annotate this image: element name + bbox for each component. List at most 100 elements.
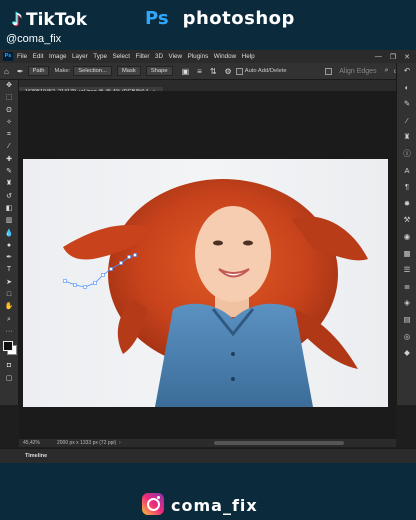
menu-view[interactable]: View xyxy=(169,53,183,60)
type-tool-icon[interactable]: T xyxy=(0,264,18,276)
channels-panel-icon[interactable]: ◎ xyxy=(397,329,416,346)
hand-tool-icon[interactable]: ✋ xyxy=(0,301,18,313)
swatches-panel-icon[interactable]: ▦ xyxy=(397,246,416,263)
document-dimensions: 2000 px x 1333 px (72 ppi) xyxy=(57,440,117,446)
mode-dropdown[interactable]: Path xyxy=(27,66,50,76)
menu-image[interactable]: Image xyxy=(49,53,67,60)
clone-source-icon[interactable]: ♜ xyxy=(397,129,416,146)
adjustments-sliders-icon[interactable]: ≣ xyxy=(397,279,416,296)
gradient-tool-icon[interactable]: ▥ xyxy=(0,215,18,227)
tiktok-logo: ♪ TikTok xyxy=(11,10,88,30)
ps-badge: Ps xyxy=(145,8,169,29)
history-brush-tool-icon[interactable]: ↺ xyxy=(0,191,18,203)
menu-type[interactable]: Type xyxy=(93,53,107,60)
canvas-area[interactable] xyxy=(19,91,396,439)
selection-button[interactable]: Selection... xyxy=(73,66,112,76)
instagram-lens xyxy=(147,498,160,511)
dodge-tool-icon[interactable]: ● xyxy=(0,240,18,252)
left-eye xyxy=(213,240,223,246)
top-banner: ♪ TikTok @coma_fix Ps photoshop xyxy=(0,0,416,50)
brushes-icon[interactable]: ⁄ xyxy=(397,113,416,130)
search-icon[interactable]: ⌕ xyxy=(385,67,389,75)
styles-panel-icon[interactable]: ◈ xyxy=(397,295,416,312)
restore-icon[interactable]: ❐ xyxy=(390,53,396,61)
shirt-button xyxy=(231,352,235,356)
home-icon[interactable]: ⌂ xyxy=(4,67,9,76)
auto-add-delete-label: Auto Add/Delete xyxy=(244,68,287,74)
status-bar: 45,42% 2000 px x 1333 px (72 ppi) › xyxy=(19,439,396,447)
instagram-dot xyxy=(157,496,160,499)
marquee-tool-icon[interactable]: ⬚ xyxy=(0,92,18,104)
color-swatches[interactable] xyxy=(0,338,18,360)
eyedropper-tool-icon[interactable]: ⁄ xyxy=(0,141,18,153)
shape-button[interactable]: Shape xyxy=(145,66,173,76)
libraries-panel-icon[interactable]: ▤ xyxy=(397,312,416,329)
options-bar: ⌂ ✒ Path Make: Selection... Mask Shape ▣… xyxy=(0,63,416,80)
menu-help[interactable]: Help xyxy=(242,53,255,60)
align-edges-label: Align Edges xyxy=(339,67,377,75)
menu-3d[interactable]: 3D xyxy=(155,53,163,60)
zoom-level[interactable]: 45,42% xyxy=(23,439,40,447)
menu-plugins[interactable]: Plugins xyxy=(188,53,209,60)
menu-file[interactable]: File xyxy=(17,53,27,60)
horizontal-scrollbar[interactable] xyxy=(214,441,344,445)
instagram-icon xyxy=(142,493,164,515)
layers-panel-icon[interactable]: ◆ xyxy=(397,345,416,362)
path-operations-icon[interactable]: ▣ xyxy=(182,67,190,76)
timeline-panel[interactable]: Timeline xyxy=(0,448,416,464)
foreground-color-swatch[interactable] xyxy=(3,341,13,352)
pen-tool-icon[interactable]: ✒ xyxy=(0,252,18,264)
clone-stamp-tool-icon[interactable]: ♜ xyxy=(0,178,18,190)
zoom-tool-icon[interactable]: ⌕ xyxy=(0,314,18,326)
gear-icon[interactable]: ⚙ xyxy=(225,67,232,76)
close-window-icon[interactable]: ✕ xyxy=(404,53,410,61)
menu-filter[interactable]: Filter xyxy=(135,53,149,60)
document-photo[interactable] xyxy=(23,159,388,407)
paragraph-panel-icon[interactable]: ¶ xyxy=(397,179,416,196)
healing-brush-tool-icon[interactable]: ✚ xyxy=(0,154,18,166)
history-panel-icon[interactable]: ↶ xyxy=(397,63,416,80)
menu-window[interactable]: Window xyxy=(214,53,236,60)
rectangle-tool-icon[interactable]: □ xyxy=(0,289,18,301)
timeline-label: Timeline xyxy=(25,453,48,459)
screen-mode-icon[interactable]: ▢ xyxy=(0,373,18,385)
window-controls: — ❐ ✕ xyxy=(375,53,410,61)
portrait-photo xyxy=(63,179,368,407)
shirt-button xyxy=(231,377,235,381)
minimize-icon[interactable]: — xyxy=(375,53,382,61)
menu-layer[interactable]: Layer xyxy=(72,53,88,60)
mask-button[interactable]: Mask xyxy=(116,66,141,76)
move-tool-icon[interactable]: ✥ xyxy=(0,80,18,92)
path-alignment-icon[interactable]: ≡ xyxy=(197,67,202,76)
path-selection-tool-icon[interactable]: ➤ xyxy=(0,277,18,289)
brush-settings-icon[interactable]: ✎ xyxy=(397,96,416,113)
pen-tool-icon[interactable]: ✒ xyxy=(17,67,24,76)
info-panel-icon[interactable]: ⓘ xyxy=(397,146,416,163)
blur-tool-icon[interactable]: 💧 xyxy=(0,228,18,240)
face xyxy=(195,206,271,302)
color-panel-icon[interactable]: ◉ xyxy=(397,229,416,246)
make-label: Make: xyxy=(54,68,71,74)
menu-edit[interactable]: Edit xyxy=(33,53,44,60)
auto-add-delete-checkbox[interactable] xyxy=(235,67,243,75)
lasso-tool-icon[interactable]: ʘ xyxy=(0,105,18,117)
right-panel-dock: ↶ ◐ ✎ ⁄ ♜ ⓘ A ¶ ✸ ⚒ ◉ ▦ ☰ ≣ ◈ ▤ ◎ ◆ xyxy=(396,63,416,405)
adjustments-panel-icon[interactable]: ◐ xyxy=(397,80,416,97)
tool-presets-icon[interactable]: ⚒ xyxy=(397,212,416,229)
quick-selection-tool-icon[interactable]: ✧ xyxy=(0,117,18,129)
bottom-banner: coma_fix xyxy=(0,463,416,520)
brush-tool-icon[interactable]: ✎ xyxy=(0,166,18,178)
path-anchor xyxy=(127,255,131,259)
path-anchor xyxy=(73,283,77,287)
more-tools-icon[interactable]: ··· xyxy=(0,326,18,338)
properties-panel-icon[interactable]: ☰ xyxy=(397,262,416,279)
quick-mask-icon[interactable]: ◘ xyxy=(0,360,18,372)
path-arrangement-icon[interactable]: ⇅ xyxy=(210,67,217,76)
menu-select[interactable]: Select xyxy=(112,53,130,60)
glyphs-panel-icon[interactable]: ✸ xyxy=(397,196,416,213)
align-edges-checkbox[interactable] xyxy=(325,67,333,75)
character-panel-icon[interactable]: A xyxy=(397,163,416,180)
eraser-tool-icon[interactable]: ◧ xyxy=(0,203,18,215)
crop-tool-icon[interactable]: ⌗ xyxy=(0,129,18,141)
status-menu-arrow[interactable]: › xyxy=(119,439,121,447)
